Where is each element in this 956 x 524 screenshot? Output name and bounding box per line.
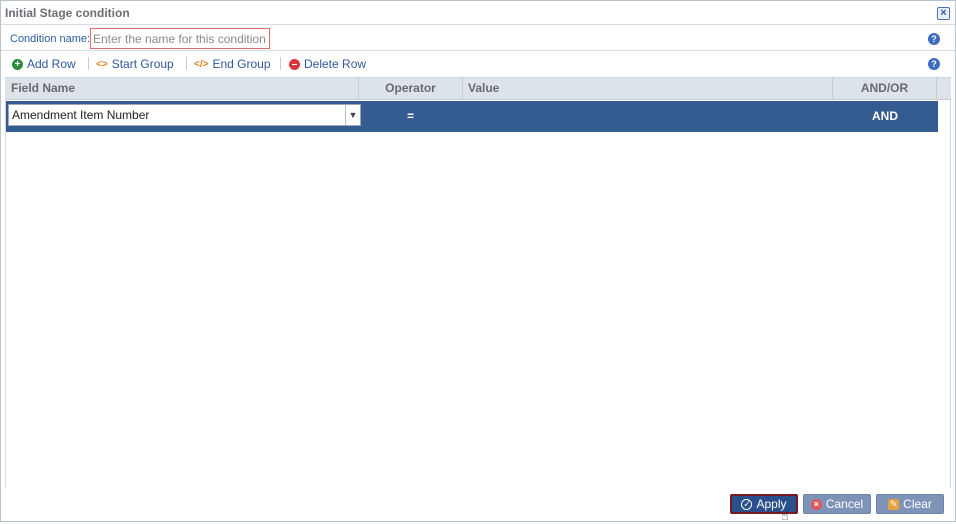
check-circle-icon: ✓ <box>741 498 753 510</box>
toolbar-separator <box>280 57 281 70</box>
help-icon[interactable]: ? <box>928 58 940 70</box>
and-or-value[interactable]: AND <box>872 109 898 123</box>
end-group-label: End Group <box>212 57 271 71</box>
column-header-field-name[interactable]: Field Name <box>5 78 359 100</box>
column-header-operator[interactable]: Operator <box>359 78 463 100</box>
toolbar-separator <box>186 57 187 70</box>
grid-header: Field Name Operator Value AND/OR <box>5 77 951 100</box>
clear-button[interactable]: ✎ Clear <box>876 494 944 514</box>
plus-circle-icon: + <box>12 58 23 70</box>
dialog-title: Initial Stage condition <box>5 6 130 20</box>
chevron-down-icon[interactable]: ▼ <box>345 105 360 125</box>
help-icon[interactable]: ? <box>928 33 940 45</box>
close-icon[interactable]: × <box>937 7 950 20</box>
condition-name-label: Condition name: <box>10 33 91 45</box>
toolbar-separator <box>88 57 89 70</box>
cancel-circle-icon: × <box>810 498 822 510</box>
field-name-select[interactable]: Amendment Item Number ▼ <box>8 104 361 126</box>
minus-circle-icon: – <box>289 58 300 70</box>
table-row[interactable]: Amendment Item Number ▼ = AND <box>6 101 938 132</box>
column-header-and-or[interactable]: AND/OR <box>833 78 937 100</box>
add-row-label: Add Row <box>27 57 76 71</box>
cancel-button[interactable]: × Cancel <box>803 494 871 514</box>
start-group-button[interactable]: <> Start Group <box>96 56 174 72</box>
end-group-icon: </> <box>194 58 209 70</box>
add-row-button[interactable]: + Add Row <box>12 56 76 72</box>
start-group-icon: <> <box>96 58 108 70</box>
end-group-button[interactable]: </> End Group <box>194 56 271 72</box>
delete-row-label: Delete Row <box>304 57 367 71</box>
field-name-value: Amendment Item Number <box>12 108 150 122</box>
condition-name-input[interactable] <box>90 28 270 49</box>
eraser-icon: ✎ <box>888 498 900 510</box>
cancel-label: Cancel <box>825 497 864 511</box>
operator-value[interactable]: = <box>407 109 414 123</box>
condition-name-bar: Condition name: ? <box>1 26 955 51</box>
start-group-label: Start Group <box>111 57 174 71</box>
dialog-titlebar: Initial Stage condition × <box>1 1 955 25</box>
grid-body: Amendment Item Number ▼ = AND <box>5 100 951 488</box>
clear-label: Clear <box>903 497 932 511</box>
column-header-value[interactable]: Value <box>463 78 833 100</box>
condition-dialog: Initial Stage condition × Condition name… <box>0 0 956 523</box>
grid-toolbar: + Add Row <> Start Group </> End Group –… <box>1 52 955 76</box>
delete-row-button[interactable]: – Delete Row <box>289 56 366 72</box>
